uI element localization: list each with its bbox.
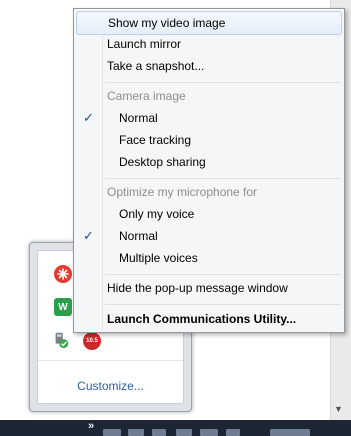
tray-divider <box>38 360 183 361</box>
menu-header-label: Optimize my microphone for <box>107 185 258 199</box>
taskbar-tray-icon[interactable] <box>176 429 192 436</box>
menu-item-only-my-voice[interactable]: Only my voice <box>76 203 342 225</box>
menu-item-camera-normal[interactable]: ✓ Normal <box>76 107 342 129</box>
taskbar-clock[interactable] <box>270 429 310 436</box>
menu-separator <box>105 304 341 305</box>
menu-item-label: Normal <box>119 229 158 243</box>
menu-item-label: Only my voice <box>119 207 195 221</box>
badge-text: 10.5 <box>86 338 98 344</box>
menu-header-microphone: Optimize my microphone for <box>76 181 342 203</box>
taskbar-tray-icon[interactable] <box>128 429 144 436</box>
menu-item-label: Face tracking <box>119 133 192 147</box>
menu-header-camera-image: Camera image <box>76 85 342 107</box>
camera-context-menu: Show my video image Launch mirror Take a… <box>73 8 345 333</box>
menu-item-launch-mirror[interactable]: Launch mirror <box>76 33 342 55</box>
checkmark-icon: ✓ <box>83 228 94 243</box>
usb-device-icon[interactable] <box>52 331 70 349</box>
menu-item-mic-normal[interactable]: ✓ Normal <box>76 225 342 247</box>
menu-item-label: Launch Communications Utility... <box>107 312 297 326</box>
show-hidden-icons-chevron-icon[interactable]: » <box>88 420 94 432</box>
red-burst-icon[interactable] <box>54 265 72 283</box>
menu-item-multiple-voices[interactable]: Multiple voices <box>76 247 342 269</box>
menu-separator <box>105 178 341 179</box>
menu-separator <box>105 274 341 275</box>
red-badge-icon[interactable]: 10.5 <box>83 332 101 350</box>
taskbar: » <box>0 420 351 436</box>
menu-item-desktop-sharing[interactable]: Desktop sharing <box>76 151 342 173</box>
taskbar-tray-icon[interactable] <box>200 429 218 436</box>
usb-glyph-icon <box>55 332 69 349</box>
menu-item-take-snapshot[interactable]: Take a snapshot... <box>76 55 342 77</box>
menu-item-label: Show my video image <box>108 16 226 30</box>
checkmark-icon: ✓ <box>83 110 94 125</box>
menu-item-label: Desktop sharing <box>119 155 206 169</box>
menu-item-label: Multiple voices <box>119 251 198 265</box>
menu-header-label: Camera image <box>107 89 186 103</box>
menu-item-show-my-video-image[interactable]: Show my video image <box>76 11 342 35</box>
burst-glyph-icon <box>57 268 69 280</box>
menu-item-hide-popup[interactable]: Hide the pop-up message window <box>76 277 342 299</box>
menu-item-launch-communications-utility[interactable]: Launch Communications Utility... <box>76 308 342 330</box>
menu-item-face-tracking[interactable]: Face tracking <box>76 129 342 151</box>
menu-item-label: Normal <box>119 111 158 125</box>
customize-link[interactable]: Customize... <box>38 379 183 393</box>
menu-item-label: Take a snapshot... <box>107 59 205 73</box>
taskbar-tray-icon[interactable] <box>226 429 240 436</box>
menu-separator <box>105 82 341 83</box>
menu-item-label: Launch mirror <box>107 37 182 51</box>
green-w-icon[interactable]: W <box>54 298 72 316</box>
taskbar-tray-icon[interactable] <box>152 429 166 436</box>
menu-item-label: Hide the pop-up message window <box>107 281 288 295</box>
scroll-down-arrow-icon[interactable]: ▼ <box>334 404 343 414</box>
taskbar-tray-icon[interactable] <box>103 429 121 436</box>
